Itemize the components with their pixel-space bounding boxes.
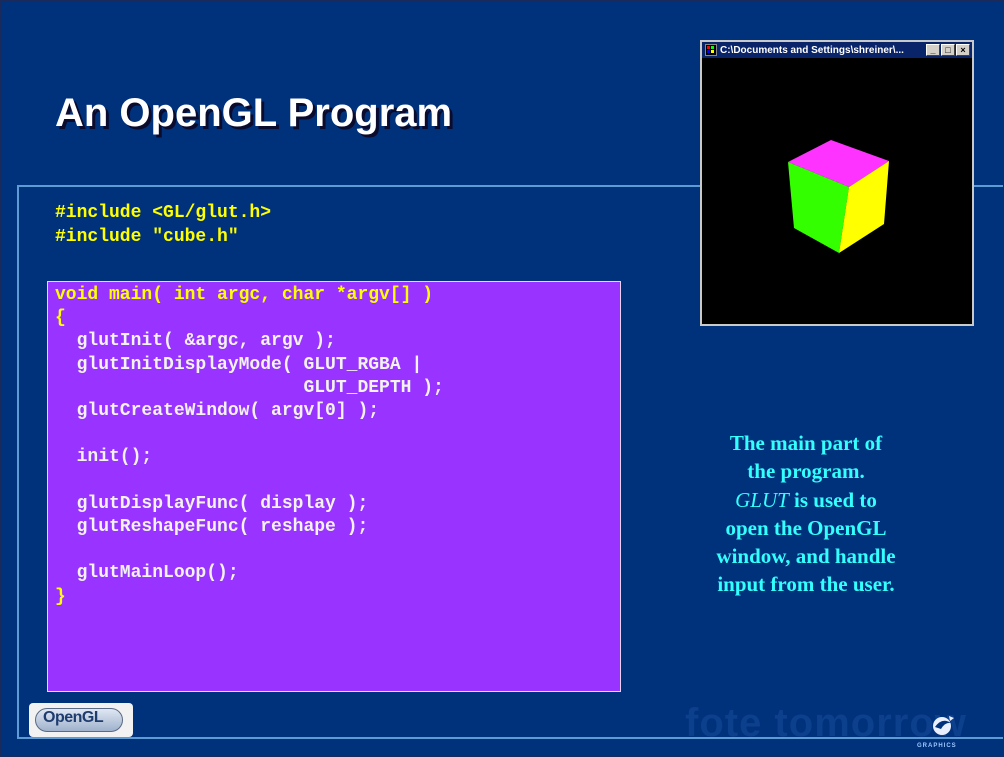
include-lines: #include <GL/glut.h> #include "cube.h" bbox=[55, 201, 271, 249]
rendered-cube bbox=[788, 140, 889, 253]
description-text: The main part of the program. GLUT is us… bbox=[716, 431, 896, 597]
window-title: C:\Documents and Settings\shreiner\... bbox=[720, 44, 904, 56]
watermark-text: fote tomorrow bbox=[685, 701, 967, 745]
close-icon[interactable]: × bbox=[956, 44, 970, 56]
frame-left-rule bbox=[17, 185, 19, 739]
code-line: glutInitDisplayMode( GLUT_RGBA | bbox=[55, 354, 423, 375]
window-app-icon bbox=[705, 44, 717, 56]
include-line: #include <GL/glut.h> bbox=[55, 203, 272, 223]
code-line: glutInit( &argc, argv ); bbox=[55, 331, 336, 352]
slide-title: An OpenGL Program bbox=[55, 91, 453, 135]
slide: An OpenGL Program #include <GL/glut.h> #… bbox=[0, 0, 1004, 757]
code-line: GLUT_DEPTH ); bbox=[55, 377, 444, 398]
opengl-logo: OpenGL bbox=[29, 703, 133, 737]
code-line: glutCreateWindow( argv[0] ); bbox=[55, 401, 380, 422]
brand-text: GRAPHICS bbox=[917, 743, 957, 749]
code-line: void main( int argc, char *argv[] ) bbox=[55, 285, 434, 305]
code-line: glutDisplayFunc( display ); bbox=[55, 493, 369, 514]
code-line: } bbox=[55, 586, 66, 607]
code-listing: void main( int argc, char *argv[] ) { gl… bbox=[55, 284, 444, 609]
glut-window[interactable]: C:\Documents and Settings\shreiner\... _… bbox=[700, 40, 974, 326]
code-line: init(); bbox=[55, 447, 153, 468]
window-titlebar[interactable]: C:\Documents and Settings\shreiner\... _… bbox=[702, 42, 972, 58]
brand-swirl-icon bbox=[933, 716, 954, 735]
code-line: glutReshapeFunc( reshape ); bbox=[55, 517, 369, 538]
include-line: #include "cube.h" bbox=[55, 227, 239, 247]
maximize-icon[interactable]: □ bbox=[941, 44, 955, 56]
code-line: glutMainLoop(); bbox=[55, 563, 239, 584]
logo-text: OpenGL bbox=[43, 709, 104, 726]
code-line: { bbox=[55, 308, 66, 329]
minimize-icon[interactable]: _ bbox=[926, 44, 940, 56]
